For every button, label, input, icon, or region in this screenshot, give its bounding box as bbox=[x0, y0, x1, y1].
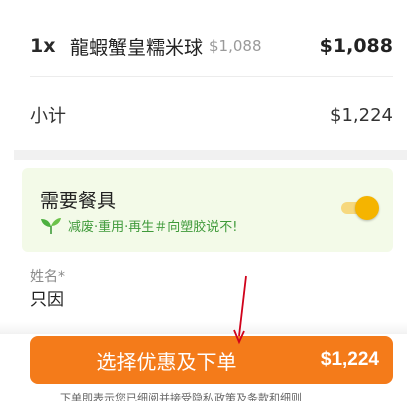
toggle-knob bbox=[355, 196, 379, 220]
subtotal-label: 小计 bbox=[30, 106, 66, 127]
item-name: 龍蝦蟹皇糯米球 bbox=[70, 36, 204, 59]
utensils-note-text: 减废·重用·再生＃向塑胶说不! bbox=[68, 220, 238, 235]
terms-text: 下单即表示您已细阅并接受隐私政策及条款和细则 bbox=[60, 392, 302, 401]
annotation-arrow-icon bbox=[233, 275, 247, 345]
utensils-title: 需要餐具 bbox=[40, 190, 117, 212]
item-price: $1,088 bbox=[319, 35, 393, 57]
subtotal-row: 小计 $1,224 bbox=[30, 100, 393, 130]
order-item-row[interactable]: 1x 龍蝦蟹皇糯米球 $1,088 $1,088 bbox=[30, 28, 393, 64]
utensils-toggle[interactable] bbox=[341, 196, 379, 220]
name-field-label: 姓名* bbox=[30, 269, 65, 285]
checkout-button[interactable]: 选择优惠及下单 $1,224 bbox=[30, 336, 393, 384]
bottom-bar-shadow bbox=[0, 322, 407, 334]
utensils-note: 减废·重用·再生＃向塑胶说不! bbox=[40, 216, 237, 235]
subtotal-value: $1,224 bbox=[330, 104, 393, 126]
item-original-price: $1,088 bbox=[209, 37, 262, 55]
section-separator bbox=[14, 150, 407, 160]
divider bbox=[30, 76, 393, 77]
name-field-input[interactable]: 只因 bbox=[30, 285, 64, 310]
leaf-icon bbox=[41, 217, 61, 234]
utensils-card: 需要餐具 减废·重用·再生＃向塑胶说不! bbox=[22, 168, 393, 252]
item-quantity: 1x bbox=[30, 35, 56, 57]
checkout-button-label: 选择优惠及下单 bbox=[96, 351, 237, 374]
checkout-button-total: $1,224 bbox=[320, 349, 379, 370]
